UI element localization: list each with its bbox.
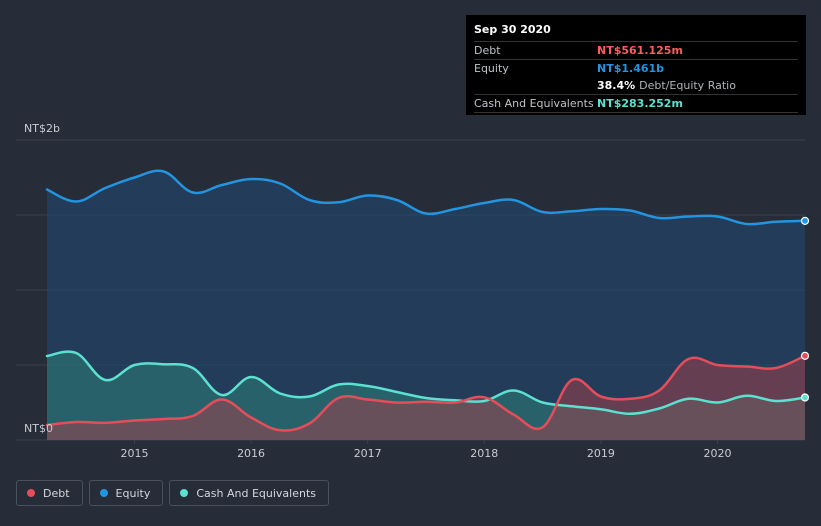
tooltip-debt-value: NT$561.125m (597, 44, 683, 57)
legend: Debt Equity Cash And Equivalents (16, 480, 329, 506)
cash-dot-icon (180, 489, 189, 497)
tooltip-equity-row: Equity NT$1.461b (474, 59, 798, 77)
legend-cash-label: Cash And Equivalents (196, 486, 316, 500)
tooltip-equity-label: Equity (474, 62, 509, 75)
tooltip-debt-label: Debt (474, 44, 501, 57)
legend-equity-label: Equity (115, 486, 151, 500)
equity-end-point (800, 216, 810, 225)
debt-end-point (800, 351, 810, 360)
tooltip-ratio-row: 38.4% Debt/Equity Ratio (474, 77, 798, 94)
legend-item-cash[interactable]: Cash And Equivalents (169, 480, 329, 506)
tooltip-ratio-value: 38.4% (597, 79, 636, 92)
tooltip-ratio-label: Debt/Equity Ratio (639, 79, 736, 92)
tooltip-cash-label: Cash And Equivalents (474, 97, 594, 110)
tooltip-equity-value: NT$1.461b (597, 62, 665, 75)
tooltip-cash-row: Cash And Equivalents NT$283.252m (474, 94, 798, 113)
debt-dot-icon (27, 489, 35, 497)
tooltip-date: Sep 30 2020 (474, 23, 551, 36)
equity-dot-icon (99, 489, 108, 497)
tooltip-panel: Sep 30 2020 Debt NT$561.125m Equity NT$1… (466, 15, 806, 115)
x-tick-label-2019: 2019 (587, 447, 615, 460)
x-tick-label-2020: 2020 (704, 447, 732, 460)
x-tick-label-2015: 2015 (120, 447, 148, 460)
tooltip-debt-row: Debt NT$561.125m (474, 41, 798, 59)
x-tick-label-2017: 2017 (354, 447, 382, 460)
cash-end-point (800, 393, 810, 402)
chart-container: NT$2b NT$0 2015 2016 2017 2018 2019 2020 Sep 30… (0, 0, 821, 526)
x-tick-label-2018: 2018 (470, 447, 498, 460)
legend-item-equity[interactable]: Equity (88, 480, 164, 506)
x-tick-label-2016: 2016 (237, 447, 265, 460)
tooltip-cash-value: NT$283.252m (597, 97, 683, 110)
legend-debt-label: Debt (43, 486, 70, 500)
y-tick-label-2000: NT$2b (24, 122, 60, 135)
y-tick-label-0: NT$0 (24, 422, 53, 435)
legend-item-debt[interactable]: Debt (16, 480, 83, 506)
